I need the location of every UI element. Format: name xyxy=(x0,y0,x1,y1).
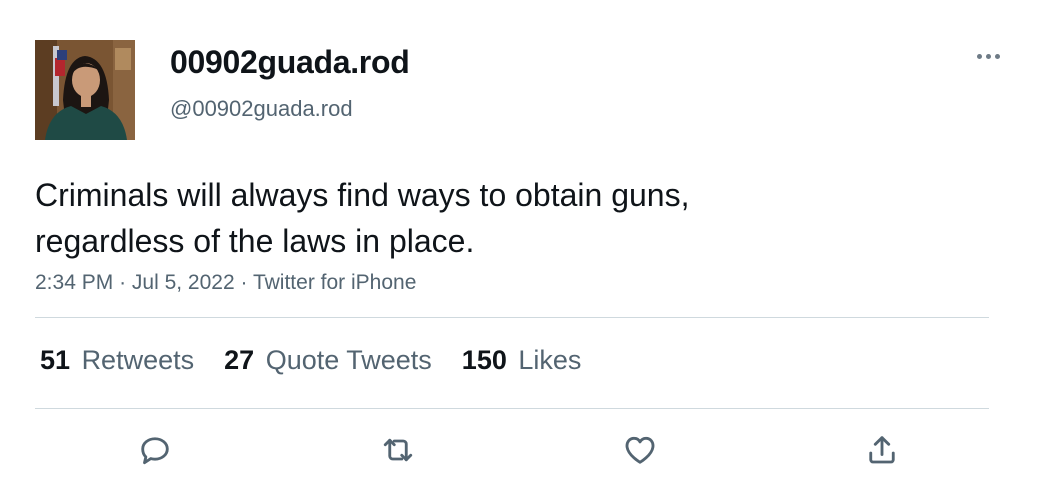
quote-tweets-label: Quote Tweets xyxy=(265,344,432,375)
retweets-count: 51 xyxy=(40,344,71,375)
quote-tweets-count: 27 xyxy=(224,344,255,375)
heart-icon xyxy=(625,436,655,464)
likes-label: Likes xyxy=(518,344,582,375)
tweet-text-line: Criminals will always find ways to obtai… xyxy=(35,177,690,213)
tweet-text-line: regardless of the laws in place. xyxy=(35,223,475,259)
tweet-text: Criminals will always find ways to obtai… xyxy=(35,172,935,264)
quote-tweets-stat[interactable]: 27 Quote Tweets xyxy=(224,345,432,376)
avatar-photo xyxy=(35,40,135,140)
avatar[interactable] xyxy=(35,40,135,140)
more-options-button[interactable] xyxy=(968,44,1008,68)
like-button[interactable] xyxy=(618,428,662,472)
tweet-metadata: 2:34 PM · Jul 5, 2022 · Twitter for iPho… xyxy=(35,271,416,295)
likes-stat[interactable]: 150 Likes xyxy=(462,345,582,376)
more-horizontal-icon xyxy=(994,53,1000,59)
more-horizontal-icon xyxy=(985,53,991,59)
retweets-stat[interactable]: 51 Retweets xyxy=(40,345,194,376)
divider xyxy=(35,317,989,318)
share-icon xyxy=(869,436,895,464)
author-handle[interactable]: @00902guada.rod xyxy=(170,96,353,122)
reply-button[interactable] xyxy=(133,428,177,472)
author-display-name[interactable]: 00902guada.rod xyxy=(170,44,410,81)
engagement-stats: 51 Retweets 27 Quote Tweets 150 Likes xyxy=(40,340,611,380)
tweet-date[interactable]: Jul 5, 2022 xyxy=(132,271,235,294)
tweet-source[interactable]: Twitter for iPhone xyxy=(253,271,416,294)
meta-separator: · xyxy=(240,271,248,294)
retweet-icon xyxy=(383,438,413,462)
reply-icon xyxy=(141,437,169,465)
share-button[interactable] xyxy=(860,428,904,472)
retweets-label: Retweets xyxy=(81,344,195,375)
retweet-button[interactable] xyxy=(376,428,420,472)
tweet-time[interactable]: 2:34 PM xyxy=(35,271,113,294)
divider xyxy=(35,408,989,409)
meta-separator: · xyxy=(119,271,127,294)
more-horizontal-icon xyxy=(976,53,982,59)
likes-count: 150 xyxy=(461,344,507,375)
